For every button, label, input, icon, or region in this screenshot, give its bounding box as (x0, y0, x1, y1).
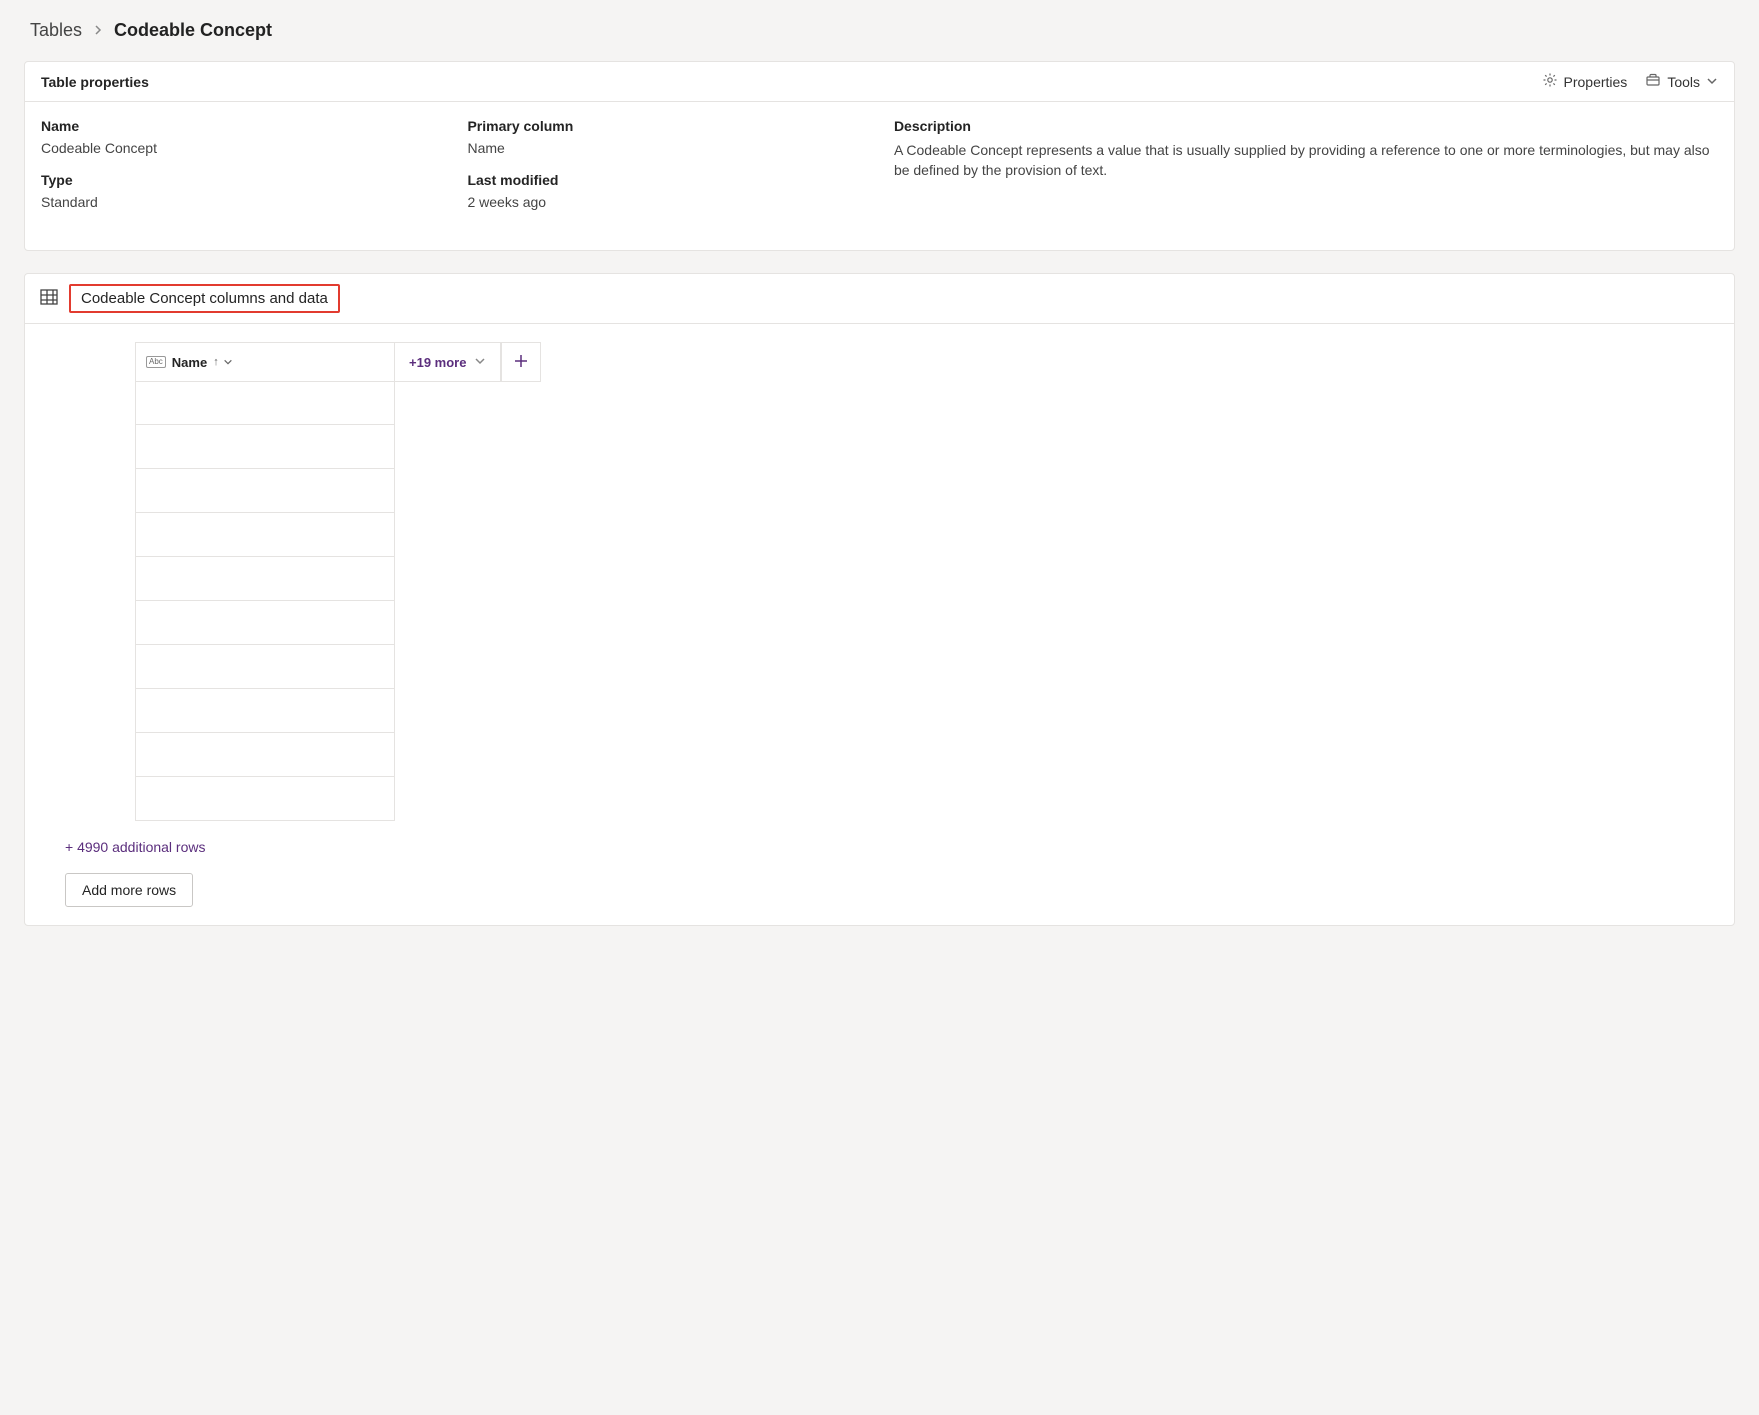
chevron-down-icon (223, 355, 233, 370)
tools-button[interactable]: Tools (1645, 72, 1718, 91)
prop-description-value: A Codeable Concept represents a value th… (894, 140, 1718, 181)
sort-ascending-icon: ↑ (213, 356, 219, 368)
table-properties-card: Table properties Properties Tools (24, 61, 1735, 251)
table-row[interactable] (135, 733, 395, 777)
properties-button-label: Properties (1564, 74, 1628, 90)
table-row[interactable] (135, 601, 395, 645)
table-row[interactable] (135, 777, 395, 821)
prop-last-modified-value: 2 weeks ago (467, 194, 869, 210)
column-header-label: Name (172, 355, 207, 370)
properties-button[interactable]: Properties (1542, 72, 1628, 91)
table-row[interactable] (135, 557, 395, 601)
prop-name-label: Name (41, 118, 443, 134)
column-header-name[interactable]: Abc Name ↑ (135, 342, 395, 382)
table-row[interactable] (135, 469, 395, 513)
chevron-right-icon (92, 20, 104, 41)
add-column-button[interactable] (501, 342, 541, 382)
add-more-rows-button[interactable]: Add more rows (65, 873, 193, 907)
plus-icon (514, 354, 528, 371)
breadcrumb-root[interactable]: Tables (30, 20, 82, 41)
toolbox-icon (1645, 72, 1661, 91)
more-columns-button[interactable]: +19 more (395, 342, 501, 382)
chevron-down-icon (474, 355, 486, 370)
text-type-icon: Abc (146, 356, 166, 368)
breadcrumb-current: Codeable Concept (114, 20, 272, 41)
table-row[interactable] (135, 425, 395, 469)
chevron-down-icon (1706, 74, 1718, 90)
gear-icon (1542, 72, 1558, 91)
prop-name-value: Codeable Concept (41, 140, 443, 156)
prop-description-label: Description (894, 118, 1718, 134)
table-row[interactable] (135, 381, 395, 425)
table-row[interactable] (135, 645, 395, 689)
prop-type-value: Standard (41, 194, 443, 210)
prop-type-label: Type (41, 172, 443, 188)
columns-panel-title: Codeable Concept columns and data (69, 284, 340, 313)
more-columns-label: +19 more (409, 355, 466, 370)
table-row[interactable] (135, 689, 395, 733)
table-row[interactable] (135, 513, 395, 557)
breadcrumb: Tables Codeable Concept (24, 12, 1735, 61)
table-icon (39, 287, 59, 311)
tools-button-label: Tools (1667, 74, 1700, 90)
prop-primary-column-value: Name (467, 140, 869, 156)
table-properties-title: Table properties (41, 74, 149, 90)
prop-last-modified-label: Last modified (467, 172, 869, 188)
columns-and-data-card: Codeable Concept columns and data Abc Na… (24, 273, 1735, 926)
additional-rows-link[interactable]: + 4990 additional rows (65, 839, 1716, 855)
prop-primary-column-label: Primary column (467, 118, 869, 134)
